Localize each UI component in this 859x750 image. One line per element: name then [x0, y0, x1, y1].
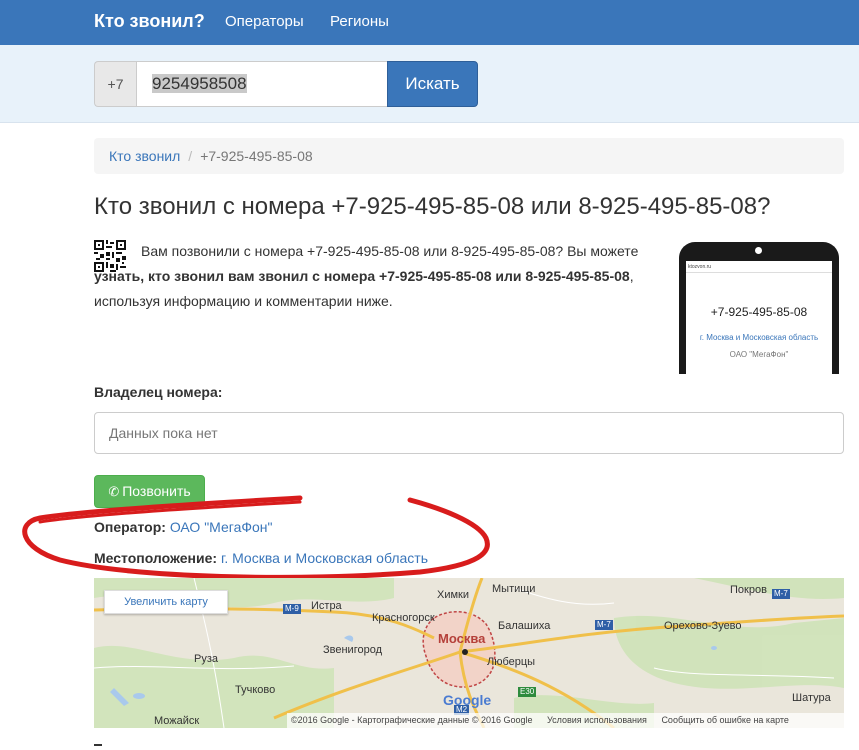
map-label-mozhaysk: Можайск: [154, 715, 200, 727]
operator-label: Оператор:: [94, 519, 166, 535]
google-logo: Google: [443, 692, 492, 708]
search-band: +7 9254958508 Искать: [0, 45, 859, 123]
location-row: Местоположение: г. Москва и Московская о…: [94, 550, 428, 566]
owner-label: Владелец номера:: [94, 384, 223, 400]
map-label-himki: Химки: [437, 589, 470, 601]
road-badge-e30: E30: [518, 687, 537, 697]
location-label: Местоположение:: [94, 550, 218, 566]
phone-camera-dot: [755, 247, 762, 254]
next-section-heading-fragment: [94, 744, 102, 750]
map-footer: ©2016 Google - Картографические данные ©…: [287, 713, 844, 728]
enlarge-map-button[interactable]: Увеличить карту: [104, 590, 228, 614]
map-label-lyubertsy: Люберцы: [487, 656, 536, 668]
breadcrumb-current: +7-925-495-85-08: [200, 148, 313, 164]
road-badge-m7-east: М-7: [772, 589, 790, 599]
phone-icon: ✆: [108, 484, 120, 499]
map-label-pokrov: Покров: [730, 584, 767, 596]
phone-card-operator: ОАО "МегаФон": [729, 350, 789, 359]
country-code-prefix: +7: [94, 61, 136, 107]
phone-screen: ktozvon.ru +7-925-495-85-08 г. Москва и …: [686, 261, 832, 374]
call-button-label: Позвонить: [122, 483, 191, 499]
map-label-orekhovo: Орехово-Зуево: [664, 620, 742, 632]
intro-paragraph: Вам позвонили с номера +7-925-495-85-08 …: [94, 239, 676, 314]
map-label-krasnogorsk: Красногорск: [372, 612, 435, 624]
road-badge-m9: М-9: [283, 604, 301, 614]
phone-mockup-image: ktozvon.ru +7-925-495-85-08 г. Москва и …: [679, 242, 839, 374]
phone-card-number: +7-925-495-85-08: [710, 305, 808, 319]
nav-regions-link[interactable]: Регионы: [330, 13, 389, 30]
map-label-ruza: Руза: [194, 653, 218, 665]
owner-field[interactable]: [94, 412, 844, 454]
phone-site-name: ktozvon.ru: [688, 264, 712, 270]
brand-link[interactable]: Кто звонил?: [94, 11, 205, 32]
breadcrumb-home-link[interactable]: Кто звонил: [109, 148, 180, 164]
operator-link[interactable]: ОАО "МегаФон": [170, 519, 273, 535]
map-report-link[interactable]: Сообщить об ошибке на карте: [661, 715, 788, 725]
map-label-mytishchi: Мытищи: [492, 583, 536, 595]
phone-card-region: г. Москва и Московская область: [699, 333, 819, 342]
map-widget[interactable]: Увеличить карту Химки Мытищи Истра Красн…: [94, 578, 844, 728]
phone-search-input[interactable]: 9254958508: [136, 61, 388, 107]
phone-screen-divider: [686, 272, 832, 273]
call-button[interactable]: ✆ Позвонить: [94, 475, 205, 508]
phone-search-value: 9254958508: [152, 74, 247, 93]
map-copyright: ©2016 Google - Картографические данные ©…: [291, 715, 533, 725]
operator-row: Оператор: ОАО "МегаФон": [94, 519, 273, 535]
map-label-istra: Истра: [311, 600, 342, 612]
nav-operators-link[interactable]: Операторы: [225, 13, 304, 30]
intro-text-bold: узнать, кто звонил вам звонил с номера +…: [94, 268, 630, 284]
breadcrumb-separator: /: [188, 148, 193, 164]
intro-text-1: Вам позвонили с номера +7-925-495-85-08 …: [141, 243, 639, 259]
map-label-balashikha: Балашиха: [498, 620, 551, 632]
map-terms-link[interactable]: Условия использования: [547, 715, 647, 725]
map-label-tuchkovo: Тучково: [235, 684, 276, 696]
location-link[interactable]: г. Москва и Московская область: [221, 550, 428, 566]
page-title: Кто звонил с номера +7-925-495-85-08 или…: [94, 193, 771, 220]
road-badge-m7-west: М-7: [595, 620, 613, 630]
top-navbar: Кто звонил? Операторы Регионы: [0, 0, 859, 45]
breadcrumb: Кто звонил / +7-925-495-85-08: [94, 138, 844, 174]
search-button[interactable]: Искать: [387, 61, 478, 107]
map-label-moskva: Москва: [438, 631, 486, 646]
map-label-shatura: Шатура: [792, 692, 831, 704]
map-label-zvenigorod: Звенигород: [323, 644, 383, 656]
